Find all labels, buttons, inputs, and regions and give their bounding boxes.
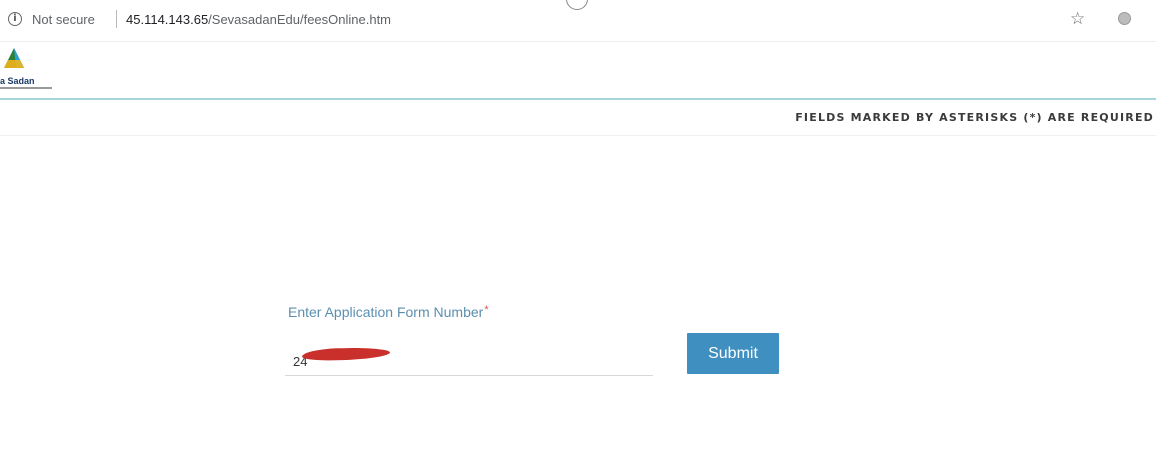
browser-address-bar: i Not secure 45.114.143.65/SevasadanEdu/… xyxy=(0,0,1156,42)
url-host: 45.114.143.65 xyxy=(126,12,209,27)
extension-icon[interactable] xyxy=(1118,12,1131,25)
submit-button[interactable]: Submit xyxy=(687,333,779,374)
info-icon[interactable]: i xyxy=(8,12,22,26)
logo-tagline xyxy=(0,87,52,89)
header-divider xyxy=(0,98,1156,100)
address-divider xyxy=(116,10,117,28)
security-label[interactable]: Not secure xyxy=(32,12,95,27)
logo-triangle-icon xyxy=(4,48,24,68)
notice-divider xyxy=(0,135,1156,136)
site-logo[interactable]: a Sadan xyxy=(0,46,64,94)
application-label-text: Enter Application Form Number xyxy=(288,304,484,320)
star-icon[interactable]: ☆ xyxy=(1070,9,1085,29)
loading-indicator xyxy=(566,0,588,10)
application-number-label: Enter Application Form Number* xyxy=(288,304,489,320)
url-path: /SevasadanEdu/feesOnline.htm xyxy=(208,12,392,27)
url-field[interactable]: 45.114.143.65/SevasadanEdu/feesOnline.ht… xyxy=(126,12,391,27)
required-fields-note: FIELDS MARKED BY ASTERISKS (*) ARE REQUI… xyxy=(795,111,1154,124)
logo-text: a Sadan xyxy=(0,76,35,86)
required-asterisk: * xyxy=(484,304,489,316)
